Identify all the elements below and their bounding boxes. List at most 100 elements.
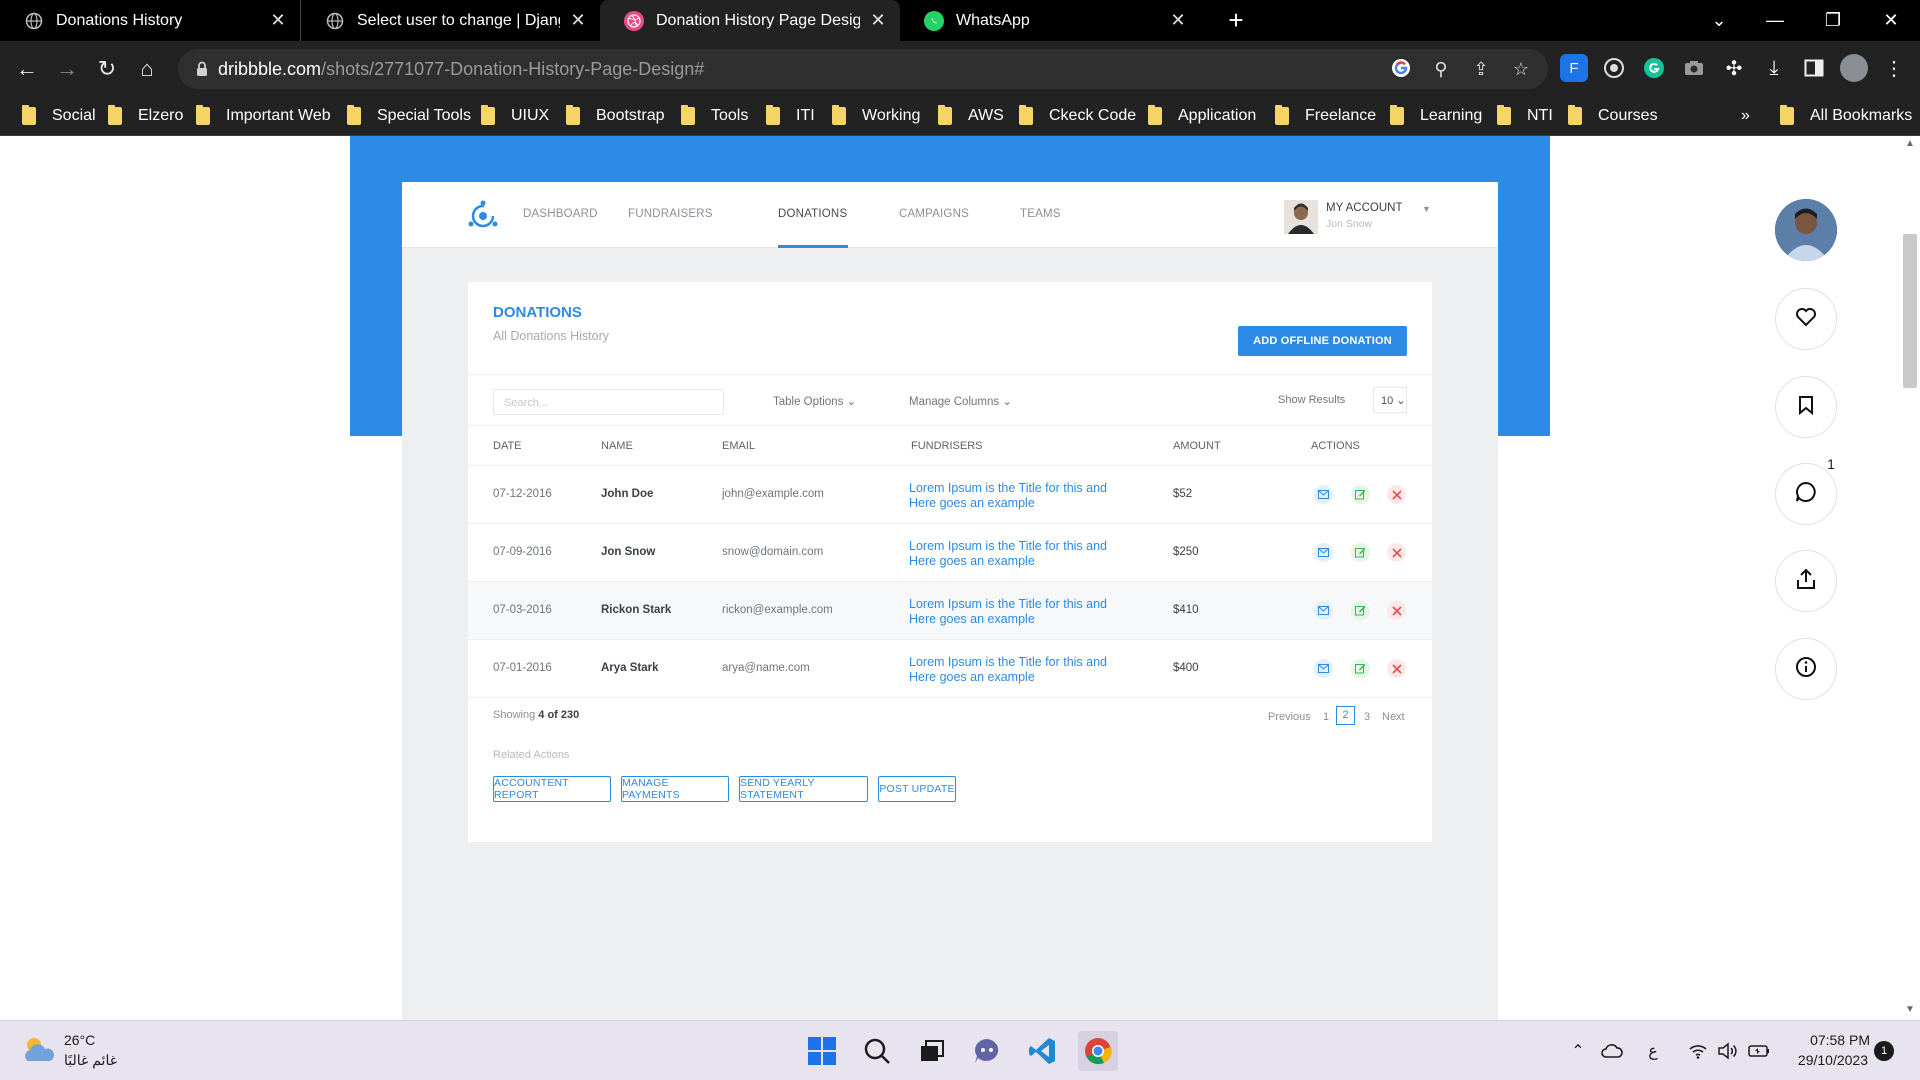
close-icon[interactable]: ✕ [868, 10, 888, 31]
tab-donations-history[interactable]: Donations History ✕ [0, 0, 300, 41]
new-tab-button[interactable]: + [1222, 6, 1250, 34]
nav-donations[interactable]: DONATIONS [778, 208, 847, 220]
fundraiser-link[interactable]: Lorem Ipsum is the Title for this and He… [909, 655, 1109, 685]
nav-dashboard[interactable]: DASHBOARD [523, 208, 598, 220]
send-yearly-statement-button[interactable]: SEND YEARLY STATEMENT [739, 776, 868, 802]
bookmark-folder[interactable]: Freelance [1275, 105, 1376, 127]
column-date[interactable]: DATE [493, 440, 522, 452]
delete-icon[interactable] [1387, 601, 1406, 620]
kebab-menu-icon[interactable]: ⋮ [1880, 54, 1908, 82]
email-icon[interactable] [1314, 659, 1333, 678]
save-button[interactable] [1775, 376, 1837, 438]
keyboard-language[interactable]: ع [1641, 1039, 1665, 1063]
extension-f-icon[interactable]: F [1560, 54, 1588, 82]
nav-campaigns[interactable]: CAMPAIGNS [899, 208, 969, 220]
edit-icon[interactable] [1351, 659, 1370, 678]
onedrive-cloud-icon[interactable] [1600, 1039, 1624, 1063]
edit-icon[interactable] [1351, 543, 1370, 562]
page-size-select[interactable]: 10 ⌄ [1373, 387, 1407, 413]
wifi-icon[interactable] [1686, 1039, 1710, 1063]
restore-button[interactable]: ❐ [1810, 0, 1856, 41]
teams-chat-icon[interactable] [967, 1031, 1007, 1071]
bookmark-folder[interactable]: ITI [766, 105, 815, 127]
system-date[interactable]: 29/10/2023 [1770, 1052, 1868, 1068]
notification-badge[interactable]: 1 [1874, 1041, 1894, 1061]
start-icon[interactable] [802, 1031, 842, 1071]
accountant-report-button[interactable]: ACCOUNTENT REPORT [493, 776, 611, 802]
info-button[interactable] [1775, 638, 1837, 700]
column-name[interactable]: NAME [601, 440, 633, 452]
battery-icon[interactable] [1747, 1039, 1771, 1063]
bookmark-folder[interactable]: Special Tools [347, 105, 471, 127]
bookmark-folder[interactable]: Important Web [196, 105, 331, 127]
pagination-next[interactable]: Next [1382, 711, 1405, 723]
caret-down-icon[interactable]: ▼ [1422, 204, 1431, 214]
address-bar[interactable]: dribbble.com/shots/2771077-Donation-Hist… [178, 49, 1548, 89]
email-icon[interactable] [1314, 485, 1333, 504]
tray-overflow-icon[interactable]: ⌃ [1566, 1039, 1590, 1063]
minimize-button[interactable]: — [1752, 0, 1798, 41]
forward-button[interactable]: → [52, 54, 82, 84]
download-icon[interactable]: ⤓ [1760, 54, 1788, 82]
grammarly-icon[interactable] [1640, 54, 1668, 82]
task-view-icon[interactable] [912, 1031, 952, 1071]
edit-icon[interactable] [1351, 601, 1370, 620]
manage-columns-dropdown[interactable]: Manage Columns ⌄ [909, 394, 1012, 408]
close-icon[interactable]: ✕ [1168, 10, 1188, 31]
delete-icon[interactable] [1387, 543, 1406, 562]
profile-avatar[interactable] [1840, 54, 1868, 82]
bookmark-folder[interactable]: Tools [681, 105, 748, 127]
weather-temperature[interactable]: 26°C [64, 1032, 95, 1048]
bookmark-folder[interactable]: Learning [1390, 105, 1482, 127]
column-email[interactable]: EMAIL [722, 440, 755, 452]
back-button[interactable]: ← [12, 54, 42, 84]
scroll-down-icon[interactable]: ▼ [1903, 1004, 1917, 1015]
bookmark-folder[interactable]: Working [832, 105, 920, 127]
column-fundraisers[interactable]: FUNDRISERS [911, 440, 983, 452]
tab-whatsapp[interactable]: WhatsApp ✕ [900, 0, 1200, 41]
scroll-up-icon[interactable]: ▲ [1903, 138, 1917, 149]
table-options-dropdown[interactable]: Table Options ⌄ [773, 394, 856, 408]
share-button[interactable] [1775, 550, 1837, 612]
google-icon[interactable] [1390, 58, 1412, 80]
bookmark-folder[interactable]: Bootstrap [566, 105, 664, 127]
close-window-button[interactable]: ✕ [1868, 0, 1914, 41]
bookmark-folder[interactable]: NTI [1497, 105, 1553, 127]
side-panel-icon[interactable] [1800, 54, 1828, 82]
extensions-puzzle-icon[interactable]: ✣ [1720, 54, 1748, 82]
fundraiser-link[interactable]: Lorem Ipsum is the Title for this and He… [909, 597, 1109, 627]
scrollbar-thumb[interactable] [1903, 234, 1917, 388]
delete-icon[interactable] [1387, 485, 1406, 504]
home-button[interactable]: ⌂ [132, 54, 162, 84]
zoom-icon[interactable]: ⚲ [1430, 58, 1452, 80]
like-button[interactable] [1775, 288, 1837, 350]
bookmarks-overflow-button[interactable]: » [1741, 105, 1750, 127]
bookmark-folder[interactable]: Courses [1568, 105, 1658, 127]
bookmark-folder[interactable]: Social [22, 105, 96, 127]
comments-button[interactable] [1775, 463, 1837, 525]
fundraiser-link[interactable]: Lorem Ipsum is the Title for this and He… [909, 539, 1109, 569]
nav-fundraisers[interactable]: FUNDRAISERS [628, 208, 713, 220]
fundraiser-link[interactable]: Lorem Ipsum is the Title for this and He… [909, 481, 1109, 511]
tab-django-admin[interactable]: Select user to change | Django s ✕ [300, 0, 600, 41]
target-icon[interactable] [1600, 54, 1628, 82]
system-clock[interactable]: 07:58 PM [1790, 1032, 1870, 1048]
pagination-page-1[interactable]: 1 [1323, 711, 1329, 723]
post-update-button[interactable]: POST UPDATE [878, 776, 956, 802]
pagination-page-2[interactable]: 2 [1336, 706, 1355, 725]
app-logo-icon[interactable] [466, 198, 500, 232]
add-offline-donation-button[interactable]: ADD OFFLINE DONATION [1238, 326, 1407, 356]
nav-teams[interactable]: TEAMS [1020, 208, 1061, 220]
account-label[interactable]: MY ACCOUNT [1326, 202, 1402, 214]
star-icon[interactable]: ☆ [1510, 58, 1532, 80]
reload-button[interactable]: ↻ [92, 54, 122, 84]
edit-icon[interactable] [1351, 485, 1370, 504]
delete-icon[interactable] [1387, 659, 1406, 678]
search-input[interactable]: Search... [493, 389, 724, 415]
vscode-icon[interactable] [1022, 1031, 1062, 1071]
weather-cloud-icon[interactable] [20, 1033, 56, 1072]
bookmark-folder[interactable]: Application [1148, 105, 1256, 127]
camera-icon[interactable] [1680, 54, 1708, 82]
bookmark-folder[interactable]: AWS [938, 105, 1004, 127]
column-amount[interactable]: AMOUNT [1173, 440, 1221, 452]
